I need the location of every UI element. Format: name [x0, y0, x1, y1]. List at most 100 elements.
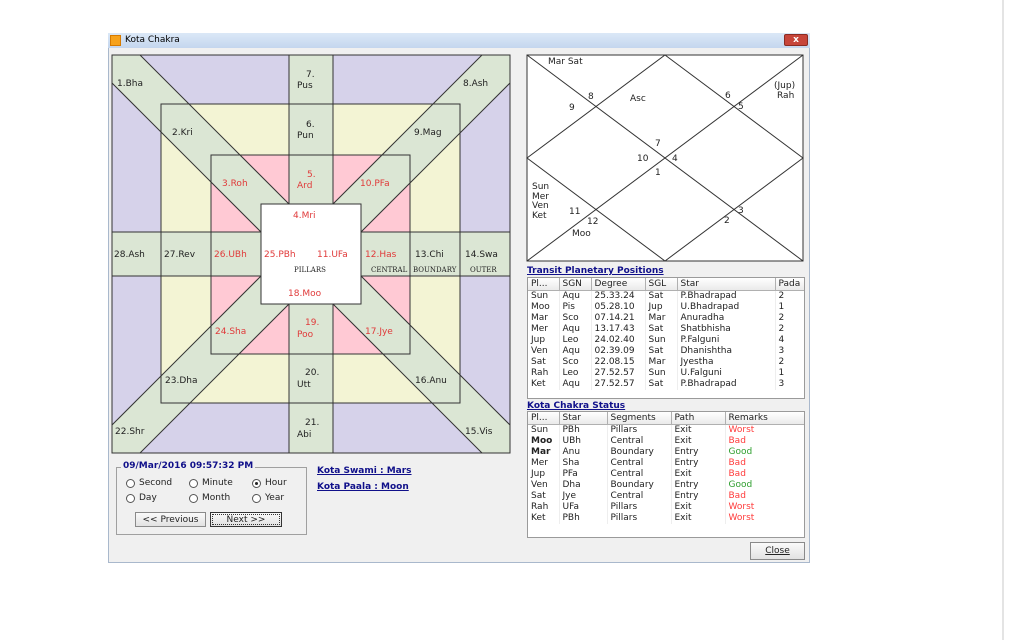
next-button[interactable]: Next >> — [210, 512, 282, 527]
kota-swami-link[interactable]: Kota Swami : Mars — [317, 466, 412, 476]
table-cell: U.Falguni — [677, 367, 776, 379]
table-row[interactable]: Mer Sha Central Entry Bad — [528, 457, 804, 469]
transit-table[interactable]: Pl... SGN Degree SGL Star Pada Sun Aqu 25.33.24 S… — [527, 277, 805, 399]
table-cell: Exit — [671, 435, 726, 447]
radio-button-icon[interactable] — [126, 493, 135, 503]
table-row[interactable]: Ket PBh Pillars Exit Worst — [528, 512, 804, 524]
star-label: 15.Vis — [465, 427, 493, 437]
table-row[interactable]: Sun Aqu 25.33.24 Sat P.Bhadrapad 2 — [528, 290, 804, 302]
table-cell: Jup — [528, 468, 560, 480]
table-cell: Central — [607, 490, 672, 502]
star-label: 11.UFa — [317, 250, 348, 260]
table-row[interactable]: Mar Sco 07.14.21 Mar Anuradha 2 — [528, 312, 804, 324]
table-cell: UFa — [559, 501, 608, 513]
table-cell: Sha — [559, 457, 608, 469]
star-label: Abi — [297, 430, 311, 440]
table-row[interactable]: Mar Anu Boundary Entry Good — [528, 446, 804, 458]
star-label: 26.UBh — [214, 250, 247, 260]
column-header[interactable]: SGL — [645, 278, 678, 291]
column-header[interactable]: Star — [677, 278, 776, 291]
table-cell: Jup — [528, 334, 560, 346]
star-label: 23.Dha — [165, 376, 197, 386]
radio-minute[interactable]: Minute — [189, 478, 233, 488]
table-cell: Moo — [528, 435, 560, 447]
house-number: 3 — [738, 206, 744, 216]
radio-button-icon[interactable] — [189, 478, 198, 488]
column-header[interactable]: Pl... — [528, 278, 560, 291]
table-row[interactable]: Ven Aqu 02.39.09 Sat Dhanishtha 3 — [528, 345, 804, 357]
table-cell: Sat — [528, 490, 560, 502]
radio-button-icon[interactable] — [252, 478, 261, 488]
star-label: 7. — [306, 70, 315, 80]
table-cell: Sat — [645, 345, 678, 357]
radio-label: Day — [139, 493, 157, 503]
table-cell: Anu — [559, 446, 608, 458]
radio-month[interactable]: Month — [189, 493, 230, 503]
house-planets: Asc — [630, 94, 646, 104]
table-row[interactable]: Ket Aqu 27.52.57 Sat P.Bhadrapad 3 — [528, 378, 804, 390]
column-header[interactable]: SGN — [559, 278, 592, 291]
previous-button[interactable]: << Previous — [135, 512, 206, 527]
table-cell: Pillars — [607, 512, 672, 524]
table-row[interactable]: Moo UBh Central Exit Bad — [528, 435, 804, 447]
column-header[interactable]: Segments — [607, 412, 672, 425]
radio-button-icon[interactable] — [126, 478, 135, 488]
segment-label-pillars: PILLARS — [294, 266, 326, 274]
table-cell: Bad — [725, 435, 804, 447]
star-label: Pus — [297, 81, 313, 91]
datetime-label: 09/Mar/2016 09:57:32 PM — [121, 461, 256, 471]
house-number: 7 — [655, 139, 661, 149]
table-row[interactable]: Rah Leo 27.52.57 Sun U.Falguni 1 — [528, 367, 804, 379]
star-label: Utt — [297, 380, 311, 390]
radio-label: Hour — [265, 478, 287, 488]
radio-button-icon[interactable] — [189, 493, 198, 503]
table-cell: Central — [607, 457, 672, 469]
star-label: 5. — [307, 170, 316, 180]
table-header: Pl... Star Segments Path Remarks — [528, 412, 804, 425]
column-header[interactable]: Pada — [775, 278, 804, 291]
status-table[interactable]: Pl... Star Segments Path Remarks Sun PBh Pillar… — [527, 411, 805, 538]
radio-second[interactable]: Second — [126, 478, 172, 488]
table-row[interactable]: Sun PBh Pillars Exit Worst — [528, 424, 804, 436]
table-row[interactable]: Jup Leo 24.02.40 Sun P.Falguni 4 — [528, 334, 804, 346]
table-cell: Worst — [725, 501, 804, 513]
radio-label: Month — [202, 493, 231, 503]
table-cell: Ket — [528, 512, 560, 524]
table-cell: PBh — [559, 424, 608, 436]
star-label: 1.Bha — [117, 79, 143, 89]
table-cell: Rah — [528, 501, 560, 513]
radio-label: Second — [139, 478, 173, 488]
table-cell: Leo — [559, 334, 592, 346]
radio-year[interactable]: Year — [252, 493, 284, 503]
radio-day[interactable]: Day — [126, 493, 157, 503]
table-cell: Anuradha — [677, 312, 776, 324]
column-header[interactable]: Star — [559, 412, 608, 425]
table-cell: Jyestha — [677, 356, 776, 368]
table-row[interactable]: Sat Sco 22.08.15 Mar Jyestha 2 — [528, 356, 804, 368]
column-header[interactable]: Degree — [591, 278, 646, 291]
table-row[interactable]: Mer Aqu 13.17.43 Sat Shatbhisha 2 — [528, 323, 804, 335]
column-header[interactable]: Pl... — [528, 412, 560, 425]
table-cell: Sun — [528, 424, 560, 436]
house-planets: (Jup) — [774, 81, 795, 91]
radio-hour[interactable]: Hour — [252, 478, 287, 488]
table-cell: Central — [607, 468, 672, 480]
table-header: Pl... SGN Degree SGL Star Pada — [528, 278, 804, 291]
table-cell: Shatbhisha — [677, 323, 776, 335]
table-cell: Exit — [671, 512, 726, 524]
column-header[interactable]: Remarks — [725, 412, 804, 425]
table-row[interactable]: Jup PFa Central Exit Bad — [528, 468, 804, 480]
kota-paala-link[interactable]: Kota Paala : Moon — [317, 482, 409, 492]
column-header[interactable]: Path — [671, 412, 726, 425]
table-row[interactable]: Moo Pis 05.28.10 Jup U.Bhadrapad 1 — [528, 301, 804, 313]
table-cell: Sco — [559, 312, 592, 324]
table-row[interactable]: Rah UFa Pillars Exit Worst — [528, 501, 804, 513]
table-row[interactable]: Sat Jye Central Entry Bad — [528, 490, 804, 502]
radio-button-icon[interactable] — [252, 493, 261, 503]
table-cell: Entry — [671, 446, 726, 458]
star-label: 27.Rev — [164, 250, 196, 260]
table-cell: Pillars — [607, 424, 672, 436]
close-button[interactable]: Close — [750, 542, 805, 560]
table-cell: Sat — [645, 323, 678, 335]
table-row[interactable]: Ven Dha Boundary Entry Good — [528, 479, 804, 491]
